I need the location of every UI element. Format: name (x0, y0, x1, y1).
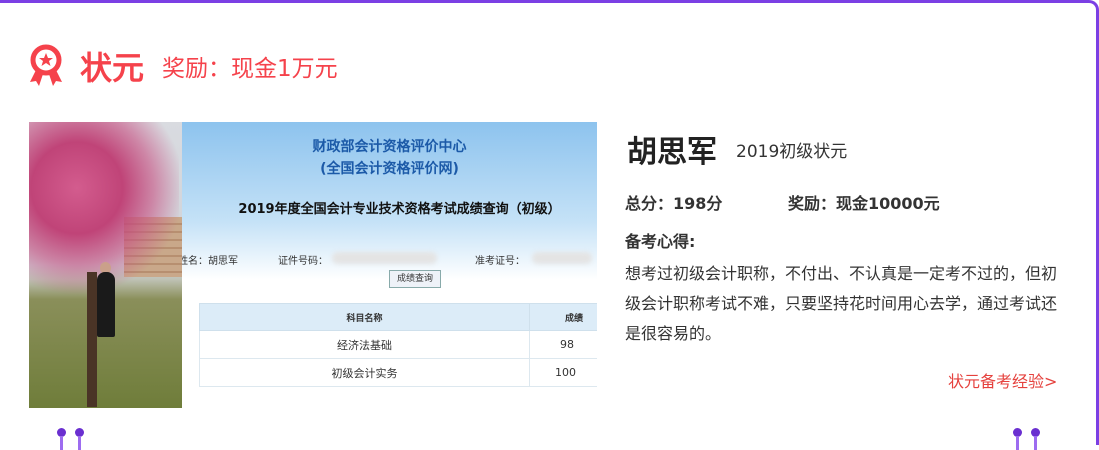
query-button: 成绩查询 (389, 270, 441, 288)
pin-icon (1013, 428, 1022, 450)
table-row: 经济法基础 98 (199, 330, 597, 359)
winner-photo (29, 122, 182, 408)
score-table: 科目名称 成绩 经济法基础 98 初级会计实务 100 (199, 303, 597, 387)
id-label: 证件号码： (278, 256, 328, 267)
score-screenshot: 财政部会计资格评价中心 (全国会计资格评价网) 2019年度全国会计专业技术资格考… (182, 122, 597, 408)
tips-label: 备考心得: (625, 232, 696, 251)
pin-icon (1031, 428, 1040, 450)
winner-title: 2019初级状元 (736, 142, 848, 162)
card-header: 状元 奖励：现金1万元 (28, 43, 338, 89)
name-field: 姓名：胡思军 (182, 256, 238, 267)
table-row: 初级会计实务 100 (199, 358, 597, 387)
reward-text: 奖励：现金1万元 (162, 56, 338, 82)
tips-text: 想考过初级会计职称，不付出、不认真是一定考不过的，但初级会计职称考试不难，只要坚… (625, 264, 1058, 343)
winner-name: 胡思军 (627, 135, 717, 170)
award-card: 状元 奖励：现金1万元 财政部会计资格评价中心 (全国会计资格评价网) 2019年… (0, 0, 1099, 450)
query-title: 2019年度全国会计专业技术资格考试成绩查询（初级） (238, 202, 561, 217)
org-name: 财政部会计资格评价中心 (312, 139, 467, 155)
pin-icon (57, 428, 66, 450)
pin-icon (75, 428, 84, 450)
prize: 奖励：现金10000元 (788, 194, 940, 213)
medal-icon (30, 44, 62, 86)
experience-link[interactable]: 状元备考经验> (948, 368, 1057, 392)
site-name: (全国会计资格评价网) (320, 161, 459, 177)
ticket-label: 准考证号： (475, 256, 525, 267)
total-score: 总分：198分 (625, 194, 723, 213)
rank-title: 状元 (80, 49, 145, 87)
